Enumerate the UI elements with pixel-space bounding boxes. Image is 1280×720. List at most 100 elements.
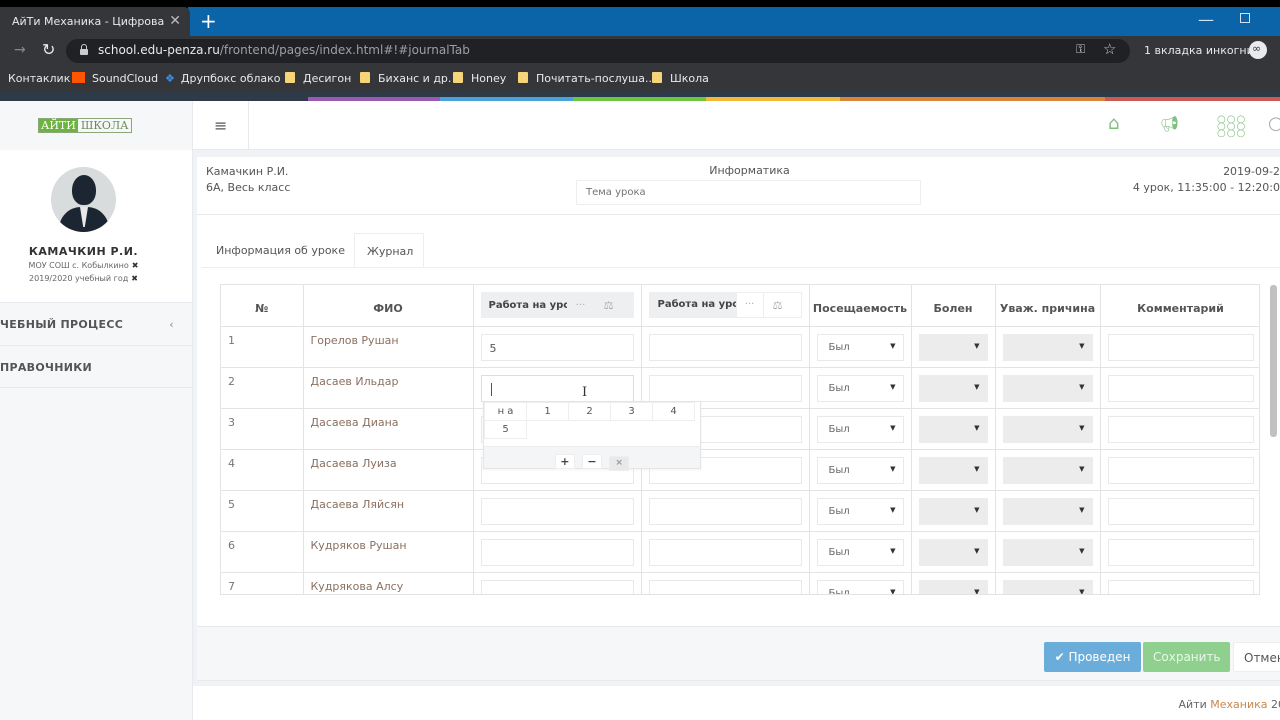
- tab-journal[interactable]: Журнал: [354, 233, 424, 268]
- sick-select[interactable]: ▼: [918, 538, 988, 566]
- comment-input[interactable]: [1107, 456, 1254, 484]
- mark-option-5[interactable]: 5: [484, 420, 527, 439]
- mark1-input[interactable]: [480, 497, 634, 525]
- megaphone-icon[interactable]: 📢︎: [1160, 115, 1179, 133]
- reload-icon[interactable]: ↻: [42, 40, 55, 59]
- mark2-input[interactable]: [648, 538, 802, 566]
- home-icon[interactable]: ⌂: [1108, 113, 1119, 134]
- mark2-input[interactable]: [648, 579, 802, 594]
- sick-select[interactable]: ▼: [918, 374, 988, 402]
- student-name[interactable]: Кудряков Рушан: [303, 531, 474, 573]
- bookmark-item[interactable]: Контаклик: [8, 72, 70, 85]
- forward-icon[interactable]: →: [14, 42, 26, 58]
- excuse-select[interactable]: ▼: [1002, 538, 1093, 566]
- sick-select[interactable]: ▼: [918, 333, 988, 361]
- grid-scrollbar[interactable]: [1270, 285, 1277, 437]
- save-button[interactable]: Сохранить: [1143, 642, 1230, 672]
- sidebar-item-educational-process[interactable]: ЧЕБНЫЙ ПРОЦЕСС ‹: [0, 302, 192, 345]
- minus-mark-button[interactable]: −: [582, 454, 602, 469]
- sick-select[interactable]: ▼: [918, 579, 988, 594]
- key-icon[interactable]: ⚿: [1076, 42, 1085, 57]
- lock-icon[interactable]: [80, 44, 88, 55]
- excuse-select[interactable]: ▼: [1002, 333, 1093, 361]
- comment-input[interactable]: [1107, 538, 1254, 566]
- more-options-icon[interactable]: ···: [735, 293, 764, 318]
- bookmark-item[interactable]: SoundCloud: [72, 72, 158, 85]
- more-options-icon[interactable]: ···: [567, 300, 595, 311]
- mark1-input[interactable]: [480, 579, 634, 594]
- attendance-select[interactable]: Был ▼: [816, 538, 904, 566]
- address-bar[interactable]: school.edu-penza.ru/frontend/pages/index…: [66, 39, 1130, 63]
- mark1-input[interactable]: 5: [480, 333, 634, 361]
- excuse-select[interactable]: ▼: [1002, 374, 1093, 402]
- weight-scale-icon[interactable]: ⚖: [595, 299, 623, 312]
- bookmark-item[interactable]: Биханс и др.: [360, 72, 451, 85]
- apps-grid-icon[interactable]: ○○○ ○○○ ○○○: [1217, 115, 1246, 139]
- attendance-select[interactable]: Был ▼: [816, 415, 904, 443]
- menu-toggle-icon[interactable]: ≡: [214, 116, 227, 135]
- weight-scale-icon[interactable]: ⚖: [764, 299, 792, 312]
- student-name[interactable]: Горелов Рушан: [303, 326, 474, 368]
- clear-mark-button[interactable]: ×: [609, 456, 630, 471]
- excuse-select[interactable]: ▼: [1002, 579, 1093, 594]
- comment-input[interactable]: [1107, 579, 1254, 594]
- remove-school-icon[interactable]: ✖: [132, 261, 139, 270]
- bookmark-item[interactable]: Почитать-послуша...: [518, 72, 655, 85]
- mark2-input[interactable]: [648, 497, 802, 525]
- attendance-select[interactable]: Был ▼: [816, 579, 904, 594]
- avatar[interactable]: [51, 167, 116, 232]
- sick-select[interactable]: ▼: [918, 497, 988, 525]
- excuse-select[interactable]: ▼: [1002, 497, 1093, 525]
- comment-input[interactable]: [1107, 415, 1254, 443]
- close-tab-icon[interactable]: ✕: [169, 7, 181, 36]
- search-icon[interactable]: ○: [1268, 113, 1280, 134]
- minimize-icon[interactable]: —: [1198, 10, 1214, 29]
- tab-lesson-info[interactable]: Информация об уроке: [204, 233, 357, 268]
- mark1-input[interactable]: [480, 374, 634, 402]
- attendance-select[interactable]: Был ▼: [816, 374, 904, 402]
- student-name[interactable]: Дасаева Луиза: [303, 449, 474, 491]
- comment-input[interactable]: [1107, 497, 1254, 525]
- dropdown-arrow-icon: ▼: [1079, 341, 1085, 350]
- bookmark-star-icon[interactable]: ☆: [1103, 40, 1116, 58]
- mark2-input[interactable]: [648, 333, 802, 361]
- comment-input[interactable]: [1107, 333, 1254, 361]
- student-name[interactable]: Дасаев Ильдар: [303, 367, 474, 409]
- mark-column-label[interactable]: Работа на урс: [481, 300, 567, 311]
- bookmark-item[interactable]: Honey: [453, 72, 506, 85]
- student-name[interactable]: Дасаева Ляйсян: [303, 490, 474, 532]
- student-name[interactable]: Дасаева Диана: [303, 408, 474, 450]
- lesson-topic-input[interactable]: [576, 180, 921, 205]
- excuse-select[interactable]: ▼: [1002, 456, 1093, 484]
- mark-option-4[interactable]: 4: [652, 402, 695, 421]
- attendance-select[interactable]: Был ▼: [816, 456, 904, 484]
- url-text[interactable]: school.edu-penza.ru/frontend/pages/index…: [98, 43, 470, 57]
- incognito-icon[interactable]: [1249, 41, 1267, 59]
- excuse-select[interactable]: ▼: [1002, 415, 1093, 443]
- conducted-button[interactable]: ✔ Проведен: [1044, 642, 1141, 672]
- logo[interactable]: АЙТИ ШКОЛА: [38, 118, 133, 133]
- bookmark-item[interactable]: Десигон: [285, 72, 351, 85]
- sidebar-item-references[interactable]: ПРАВОЧНИКИ: [0, 345, 192, 388]
- bookmark-item[interactable]: ❖ Друпбокс облако: [165, 72, 281, 85]
- bookmark-item[interactable]: Школа: [652, 72, 709, 85]
- comment-input[interactable]: [1107, 374, 1254, 402]
- mark-option-1[interactable]: 1: [526, 402, 569, 421]
- mark-option-3[interactable]: 3: [610, 402, 653, 421]
- browser-tab[interactable]: АйТи Механика - Цифровая шк ✕: [0, 7, 190, 36]
- mark-option-2[interactable]: 2: [568, 402, 611, 421]
- mark-option-absent[interactable]: н а: [484, 402, 527, 421]
- mark2-input[interactable]: [648, 374, 802, 402]
- sick-select[interactable]: ▼: [918, 415, 988, 443]
- student-name[interactable]: Кудрякова Алсу: [303, 572, 474, 594]
- cancel-button[interactable]: Отмен: [1233, 642, 1280, 672]
- attendance-select[interactable]: Был ▼: [816, 497, 904, 525]
- restore-window-icon[interactable]: [1240, 13, 1250, 23]
- mark-column-label[interactable]: Работа на урс: [649, 293, 736, 318]
- remove-year-icon[interactable]: ✖: [131, 274, 138, 283]
- add-mark-button[interactable]: +: [554, 454, 575, 469]
- attendance-select[interactable]: Был ▼: [816, 333, 904, 361]
- mark1-input[interactable]: [480, 538, 634, 566]
- new-tab-button[interactable]: +: [200, 9, 217, 33]
- sick-select[interactable]: ▼: [918, 456, 988, 484]
